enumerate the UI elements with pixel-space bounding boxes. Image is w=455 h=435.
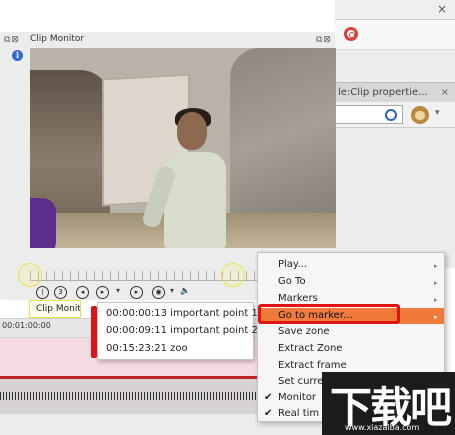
menu-item-extract-zone[interactable]: Extract Zone [278, 343, 342, 354]
marker-item[interactable]: 00:00:09:11 important point 2 [106, 325, 258, 336]
background-content [335, 128, 455, 248]
timecode-label: 00:01:00:00 [2, 321, 51, 330]
float-close-icons[interactable]: ⧉⊠ [4, 35, 20, 45]
help-lifebuoy-icon[interactable] [344, 27, 358, 41]
submenu-arrow-icon: ▸ [434, 313, 438, 321]
play-options-icon[interactable]: ▾ [116, 286, 120, 295]
person-body [164, 152, 226, 248]
eye-options-icon[interactable]: ▾ [170, 286, 174, 295]
set-zone-start-icon[interactable]: ⟨ [36, 286, 49, 299]
marker-submenu: 00:00:00:13 important point 1 00:00:09:1… [97, 302, 258, 360]
video-preview [30, 48, 336, 248]
browser-tab-label: le:Clip propertie... [338, 87, 428, 98]
volume-icon[interactable]: 🔈 [180, 286, 190, 295]
chevron-down-icon[interactable]: ▾ [435, 108, 440, 118]
annotation-red-box [258, 304, 400, 324]
marker-item[interactable]: 00:00:00:13 important point 1 [106, 308, 258, 319]
background-panel [335, 50, 455, 82]
info-icon[interactable]: i [12, 50, 23, 61]
menu-item-go-to[interactable]: Go To [278, 276, 306, 287]
menu-item-real-time[interactable]: Real tim [278, 408, 319, 419]
browser-tab[interactable]: le:Clip propertie... × [335, 82, 455, 102]
eye-icon[interactable]: ◉ [152, 286, 165, 299]
marker-item[interactable]: 00:15:23:21 zoo [106, 343, 188, 354]
menu-item-set-current[interactable]: Set curre [278, 376, 323, 387]
menu-item-extract-frame[interactable]: Extract frame [278, 360, 347, 371]
tab-close-icon[interactable]: × [441, 83, 449, 102]
clip-monitor-tab[interactable]: Clip Monito [29, 300, 81, 318]
menu-item-monitor[interactable]: Monitor [278, 392, 316, 403]
submenu-arrow-icon: ▸ [434, 279, 438, 287]
step-back-icon[interactable]: ◂ [76, 286, 89, 299]
menu-item-markers[interactable]: Markers [278, 293, 318, 304]
menu-item-play[interactable]: Play... [278, 259, 307, 270]
search-bar-area: ▾ [335, 102, 455, 128]
checkmark-icon: ✔ [264, 392, 273, 403]
menu-item-save-zone[interactable]: Save zone [278, 326, 330, 337]
clip-monitor-title: Clip Monitor [30, 34, 85, 44]
person-head [177, 112, 207, 150]
background-window-titlebar: × [335, 0, 455, 20]
close-icon[interactable]: × [437, 2, 447, 16]
greasemonkey-icon[interactable] [411, 106, 429, 124]
annotation-red-bar [91, 306, 97, 358]
submenu-arrow-icon: ▸ [434, 262, 438, 270]
rewind-icon[interactable]: 3 [54, 286, 67, 299]
float-close-icons[interactable]: ⧉⊠ [316, 35, 332, 45]
search-input[interactable] [335, 105, 403, 124]
checkmark-icon: ✔ [264, 408, 273, 419]
watermark-url: www.xiazaiba.com [345, 423, 420, 432]
background-toolbar [335, 20, 455, 50]
play-icon[interactable]: ▸ [96, 286, 109, 299]
submenu-arrow-icon: ▸ [434, 296, 438, 304]
step-forward-icon[interactable]: ▸ [130, 286, 143, 299]
